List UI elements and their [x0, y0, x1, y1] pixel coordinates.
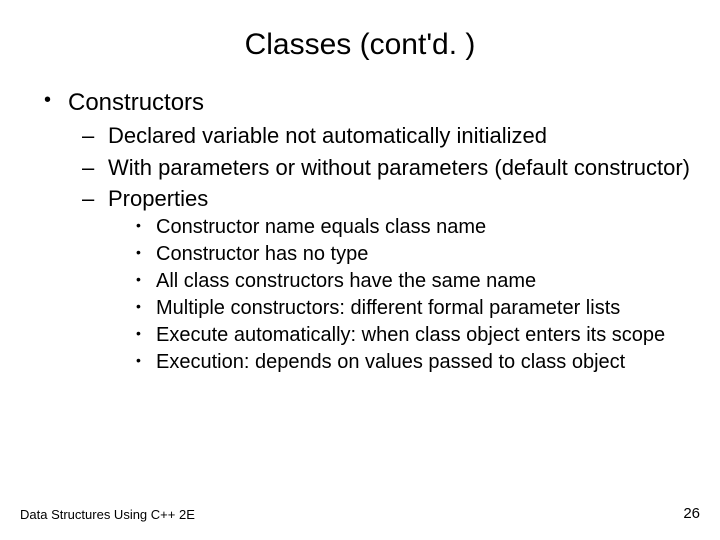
list-item: Execute automatically: when class object…	[20, 323, 700, 348]
list-item: Declared variable not automatically init…	[20, 122, 700, 150]
slide: Classes (cont'd. ) Constructors Declared…	[0, 0, 720, 540]
list-item: Properties	[20, 185, 700, 213]
footer-source: Data Structures Using C++ 2E	[20, 507, 195, 522]
slide-body: Constructors Declared variable not autom…	[0, 72, 720, 375]
bullet-list: Constructors Declared variable not autom…	[20, 88, 700, 375]
list-item: Execution: depends on values passed to c…	[20, 350, 700, 375]
list-item: Multiple constructors: different formal …	[20, 296, 700, 321]
list-item: With parameters or without parameters (d…	[20, 154, 700, 182]
list-item: Constructor name equals class name	[20, 215, 700, 240]
list-item: Constructor has no type	[20, 242, 700, 267]
page-number: 26	[683, 505, 700, 522]
list-item: All class constructors have the same nam…	[20, 269, 700, 294]
slide-title: Classes (cont'd. )	[0, 0, 720, 72]
list-item: Constructors	[20, 88, 700, 118]
